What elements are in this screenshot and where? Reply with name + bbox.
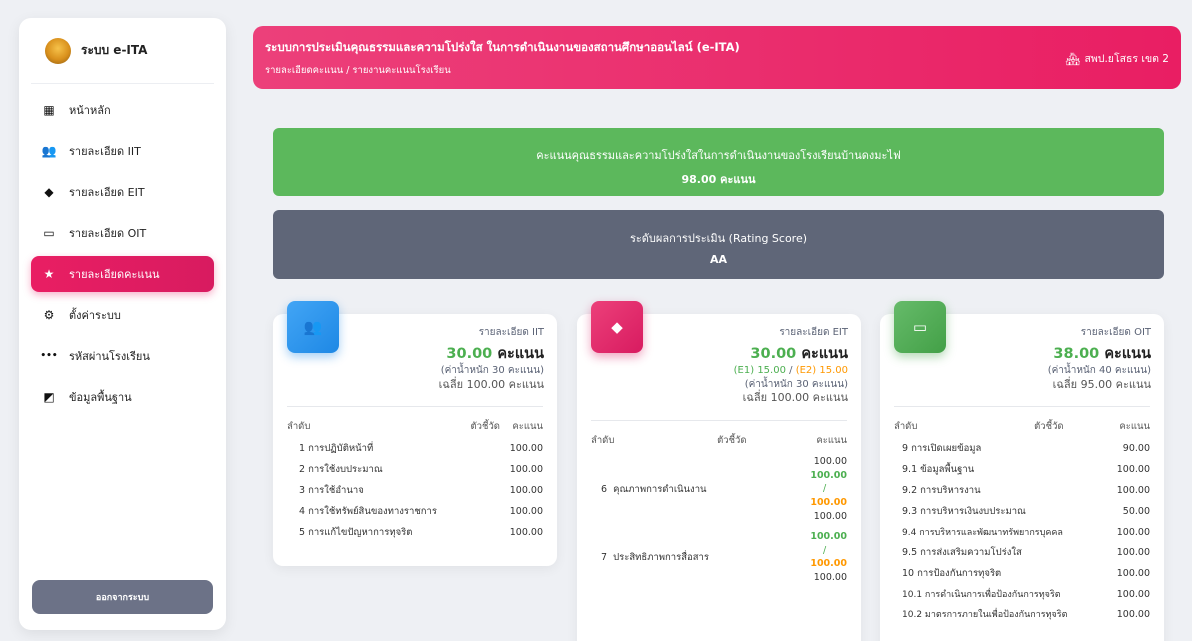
sidebar-item-score-details[interactable]: ★ รายละเอียดคะแนน [31,256,214,292]
table-row: 4 การใช้ทรัพย์สินของทางราชการ 100.00 [299,506,543,518]
card-score-unit: คะแนน [1104,345,1151,362]
sidebar-item-label: ข้อมูลพื้นฐาน [69,391,132,404]
table-row: 7 ประสิทธิภาพการสื่อสาร 100.00/100.00 100… [601,530,847,584]
table-row: 9.5 การส่งเสริมความโปร่งใส 100.00 [902,547,1150,559]
card-weight: (ค่าน้ำหนัก 30 คะแนน) [440,365,544,377]
chart-icon: ◩ [43,390,55,404]
sidebar-item-label: รหัสผ่านโรงเรียน [69,350,150,363]
password-icon: ••• [40,351,58,361]
card-weight: (ค่าน้ำหนัก 40 คะแนน) [1047,365,1151,377]
sidebar-item-label: หน้าหลัก [69,104,111,117]
devices-icon: ▭ [43,226,55,240]
sidebar-item-label: รายละเอียด EIT [69,186,145,199]
sidebar-item-basic-info[interactable]: ◩ ข้อมูลพื้นฐาน [31,379,214,415]
col-indicator: ตัวชี้วัด [470,421,500,433]
table-row: 9.4 การบริหารและพัฒนาทรัพยากรบุคคล 100.00 [902,526,1150,539]
sidebar: ระบบ e-ITA ▦ หน้าหลัก 👥 รายละเอียด IIT ◆ รา… [19,18,226,630]
building-icon: 🏘 [1065,51,1081,66]
col-score: คะแนน [816,434,847,446]
sidebar-item-label: ตั้งค่าระบบ [69,309,121,322]
col-indicator: ตัวชี้วัด [1034,421,1064,433]
card-score: 30.00 [750,345,797,362]
table-row: 9.2 การบริหารงาน 100.00 [902,485,1150,497]
devices-icon: ▭ [894,301,946,353]
col-no: ลำดับ [894,421,918,433]
table-row: 2 การใช้งบประมาณ 100.00 [299,464,543,476]
card-average: เฉลี่ย 100.00 คะแนน [438,377,544,391]
breadcrumb[interactable]: รายละเอียดคะแนน / รายงานคะแนนโรงเรียน [265,63,1169,78]
card-average: เฉลี่ย 100.00 คะแนน [742,391,848,405]
table-row: 10 การป้องกันการทุจริต 100.00 [902,568,1150,580]
obec-logo-icon [45,37,71,64]
total-score-value: 98.00 คะแนน [681,173,756,186]
table-row: 1 การปฏิบัติหน้าที่ 100.00 [299,443,543,455]
table-row: 5 การแก้ไขปัญหาการทุจริต 100.00 [299,527,543,539]
table-row: 10.2 มาตรการภายในเพื่อป้องกันการทุจริต 10… [902,608,1150,621]
card-score: 30.00 [446,345,493,362]
iit-card: 👥 รายละเอียด IIT 30.00 คะแนน (ค่าน้ำหนัก… [273,301,557,566]
sidebar-item-eit[interactable]: ◆ รายละเอียด EIT [31,174,214,210]
col-no: ลำดับ [591,434,615,446]
col-indicator: ตัวชี้วัด [717,434,747,446]
logout-button[interactable]: ออกจากระบบ [32,580,213,614]
eit-e1: (E1) 15.00 [733,365,786,377]
card-score: 38.00 [1053,345,1100,362]
sidebar-item-label: รายละเอียด OIT [69,227,147,240]
users-icon: 👥 [287,301,339,353]
page-title: ระบบการประเมินคุณธรรมและความโปร่งใส ในกา… [265,40,740,54]
table-row: 3 การใช้อำนาจ 100.00 [299,485,543,497]
table-row: 6 คุณภาพการดำเนินงาน 100.00 100.00/100.00… [601,455,847,522]
eit-table: ลำดับ ตัวชี้วัด คะแนน 6 คุณภาพการดำเนินงาน… [591,429,847,588]
sidebar-item-school-password[interactable]: ••• รหัสผ่านโรงเรียน [31,338,214,374]
sidebar-item-settings[interactable]: ⚙ ตั้งค่าระบบ [31,297,214,333]
eit-card: ◆ รายละเอียด EIT 30.00 คะแนน (E1) 15.00 … [577,301,861,641]
col-score: คะแนน [1119,421,1150,433]
sidebar-item-label: รายละเอียด IIT [69,145,141,158]
card-score-unit: คะแนน [801,345,848,362]
sidebar-item-oit[interactable]: ▭ รายละเอียด OIT [31,215,214,251]
star-icon: ★ [43,267,55,281]
diamond-icon: ◆ [591,301,643,353]
total-score-banner: คะแนนคุณธรรมและความโปร่งใสในการดำเนินงาน… [273,128,1164,196]
eit-e2: (E2) 15.00 [795,365,848,377]
users-icon: 👥 [41,144,57,158]
sidebar-item-iit[interactable]: 👥 รายละเอียด IIT [31,133,214,169]
col-score: คะแนน [512,421,543,433]
card-score-unit: คะแนน [497,345,544,362]
iit-table: ลำดับ ตัวชี้วัด คะแนน 1 การปฏิบัติหน้าที่ 1… [287,415,543,543]
gear-icon: ⚙ [43,308,55,322]
oit-card: ▭ รายละเอียด OIT 38.00 คะแนน (ค่าน้ำหนัก… [880,301,1164,641]
dashboard-icon: ▦ [43,103,55,117]
rating-title: ระดับผลการประเมิน (Rating Score) [629,232,808,245]
sidebar-item-home[interactable]: ▦ หน้าหลัก [31,92,214,128]
rating-banner: ระดับผลการประเมิน (Rating Score) AA [273,210,1164,279]
rating-value: AA [709,253,728,266]
table-row: 9.3 การบริหารเงินงบประมาณ 50.00 [902,506,1150,518]
table-row: 10.1 การดำเนินการเพื่อป้องกันการทุจริต 10… [902,588,1150,601]
oit-table: ลำดับ ตัวชี้วัด คะแนน 9 การเปิดเผยข้อมูล 90… [894,415,1150,624]
diamond-icon: ◆ [44,185,54,199]
org-label: 🏘 สพป.ยโสธร เขต 2 [1065,50,1169,67]
card-weight: (ค่าน้ำหนัก 30 คะแนน) [744,378,848,390]
org-name: สพป.ยโสธร เขต 2 [1084,53,1169,65]
card-average: เฉลี่ย 95.00 คะแนน [1052,377,1151,391]
page-header: ระบบการประเมินคุณธรรมและความโปร่งใส ในกา… [253,26,1181,89]
table-row: 9 การเปิดเผยข้อมูล 90.00 [902,443,1150,455]
total-score-title: คะแนนคุณธรรมและความโปร่งใสในการดำเนินงาน… [536,149,901,162]
col-no: ลำดับ [287,421,311,433]
sidebar-nav: ▦ หน้าหลัก 👥 รายละเอียด IIT ◆ รายละเอียด EI… [19,92,226,415]
brand-title: ระบบ e-ITA [81,43,148,57]
sidebar-item-label: รายละเอียดคะแนน [69,268,160,281]
table-row: 9.1 ข้อมูลพื้นฐาน 100.00 [902,464,1150,476]
brand[interactable]: ระบบ e-ITA [31,18,214,84]
